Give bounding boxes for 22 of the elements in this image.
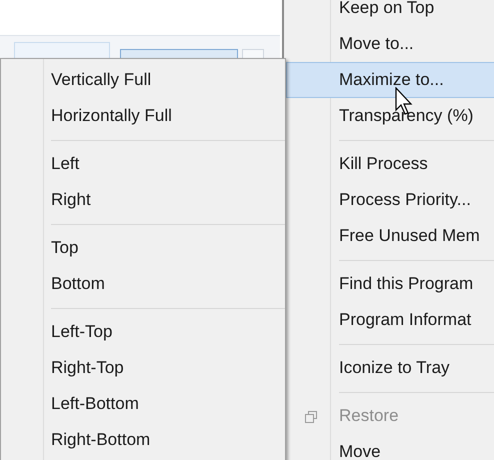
menu-item[interactable]: Kill Process (286, 146, 494, 182)
menu-item[interactable]: Maximize to... (286, 62, 494, 98)
menu-item[interactable]: Vertically Full (3, 62, 283, 98)
menu-item[interactable]: Right (3, 182, 283, 218)
menu-item[interactable]: Left-Bottom (3, 386, 283, 422)
menu-item[interactable]: Bottom (3, 266, 283, 302)
menu-item[interactable]: Iconize to Tray (286, 350, 494, 386)
menu-item[interactable]: Right-Bottom (3, 422, 283, 458)
menu-item[interactable]: Transparency (%) (286, 98, 494, 134)
menu-item[interactable]: Left (3, 146, 283, 182)
menu-item[interactable]: Keep on Top (286, 0, 494, 26)
menu-item[interactable]: Program Informat (286, 302, 494, 338)
menu-item[interactable]: Horizontally Full (3, 98, 283, 134)
menu-item[interactable]: Left-Top (3, 314, 283, 350)
menu-item[interactable]: Process Priority... (286, 182, 494, 218)
menu-item[interactable]: Right-Top (3, 350, 283, 386)
menu-item[interactable]: Free Unused Mem (286, 218, 494, 254)
menu-item[interactable]: Move (286, 434, 494, 460)
restore-window-icon (305, 411, 317, 423)
menu-item[interactable]: Top (3, 230, 283, 266)
menu-item[interactable]: Move to... (286, 26, 494, 62)
menu-item[interactable]: Find this Program (286, 266, 494, 302)
